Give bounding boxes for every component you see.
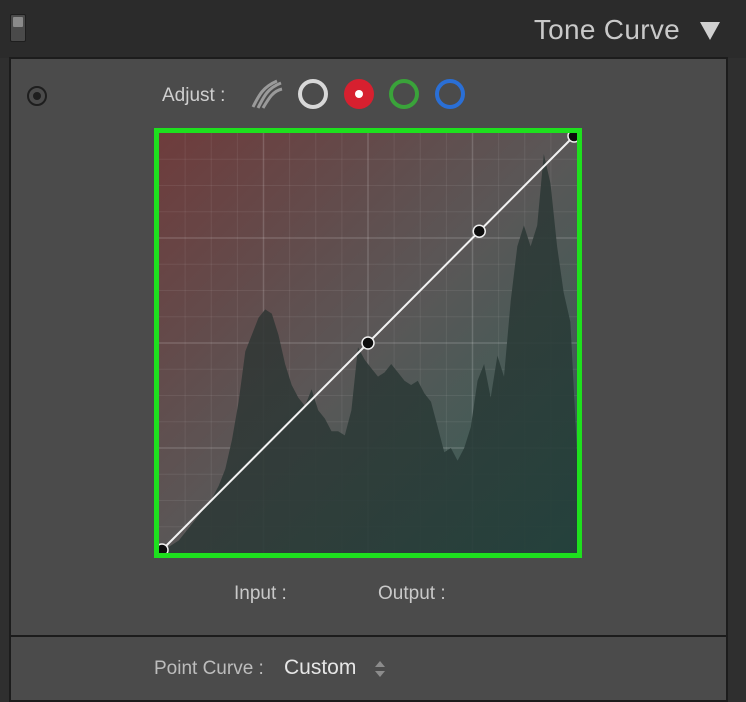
output-label: Output : — [378, 583, 446, 604]
curve-point-2[interactable] — [472, 224, 486, 238]
tone-curve-panel: Adjust : Input: Output: Point Curve: … — [9, 57, 728, 702]
curve-point-0[interactable] — [159, 543, 169, 553]
point-curve-label: Point Curve : — [154, 658, 264, 679]
curve-point-1[interactable] — [361, 336, 375, 350]
point-curve-select[interactable]: Custom — [284, 656, 356, 680]
circle-blue-icon[interactable] — [433, 77, 467, 111]
adjust-label: Adjust : — [162, 85, 226, 106]
panel-title[interactable]: Tone Curve — [534, 14, 680, 46]
target-adjust-icon[interactable] — [27, 86, 47, 106]
panel-header: Tone Curve — [0, 0, 746, 58]
section-divider — [11, 635, 726, 637]
circle-red-icon[interactable] — [342, 77, 376, 111]
square-toggle-icon[interactable] — [10, 14, 26, 42]
circle-green-icon[interactable] — [387, 77, 421, 111]
curve-point-3[interactable] — [567, 133, 577, 143]
triangle-down-icon[interactable] — [700, 22, 720, 40]
parametric-curve-icon[interactable] — [249, 77, 285, 111]
circle-white-icon[interactable] — [296, 77, 330, 111]
input-label: Input : — [234, 583, 287, 604]
tone-curve-graph[interactable] — [154, 128, 582, 558]
up-down-stepper-icon[interactable] — [374, 660, 386, 678]
